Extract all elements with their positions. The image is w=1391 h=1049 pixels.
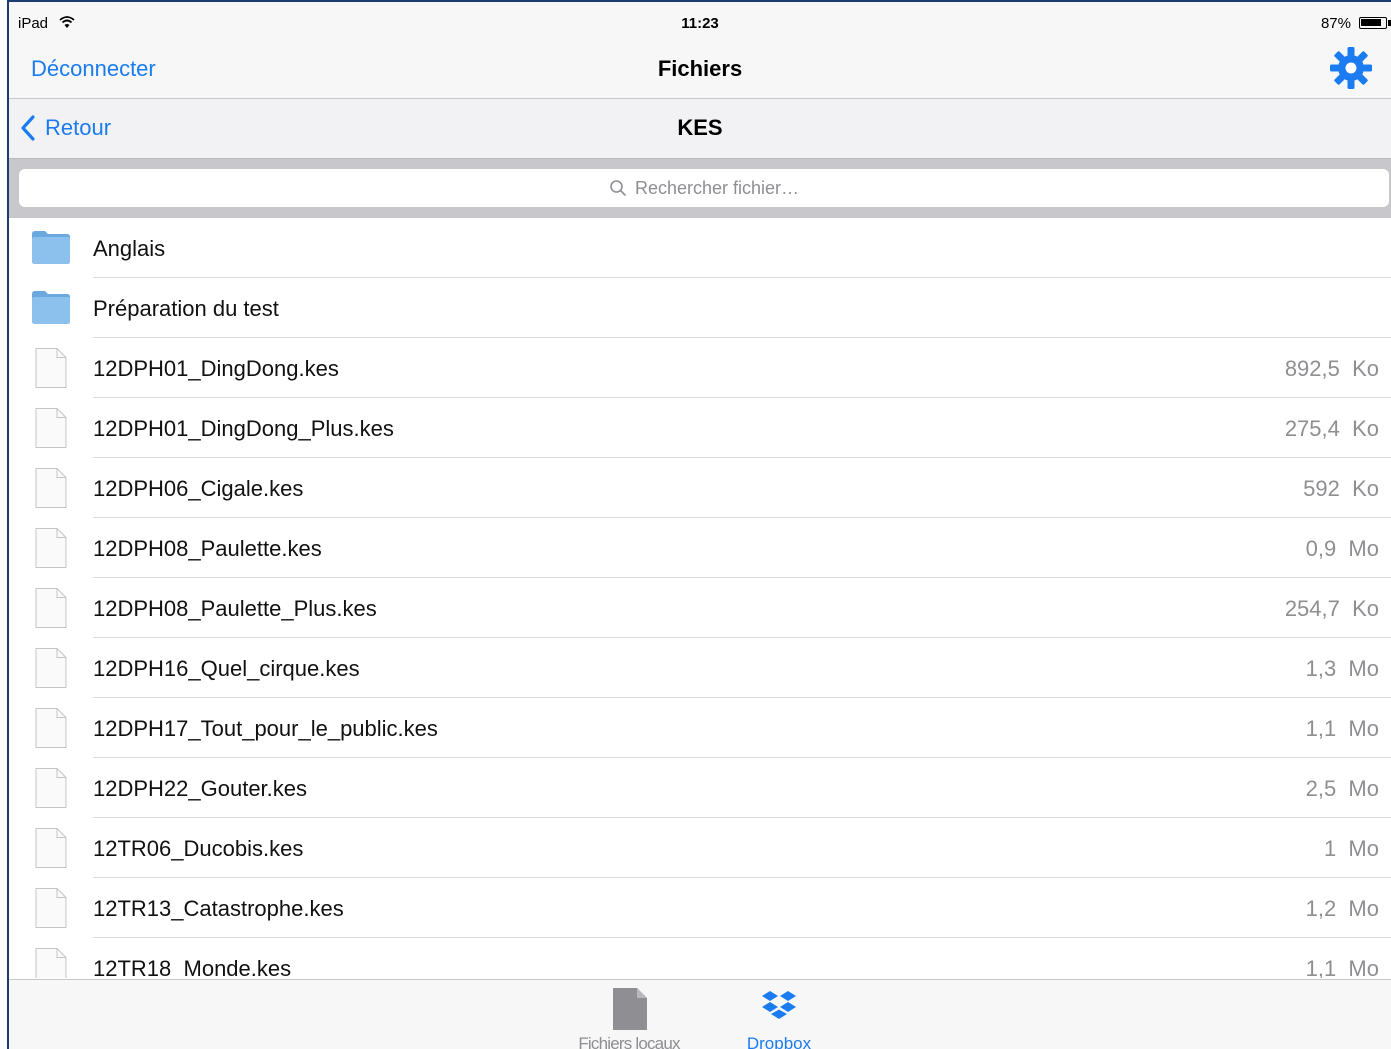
folder-row[interactable]: Préparation du test [9, 278, 1391, 338]
file-icon [35, 888, 67, 928]
folder-icon [32, 291, 70, 324]
file-icon [35, 468, 67, 508]
file-icon [35, 588, 67, 628]
battery-icon [1359, 17, 1387, 29]
file-size: 275,4 Ko [1284, 416, 1379, 441]
file-icon [35, 828, 67, 868]
file-size: 1,3 Mo [1305, 656, 1379, 681]
file-row[interactable]: 12DPH06_Cigale.kes 592 Ko [9, 458, 1391, 518]
file-size: 592 Ko [1303, 476, 1379, 501]
tab-local-files[interactable]: Fichiers locaux [559, 980, 699, 1049]
folder-icon [32, 231, 70, 264]
app-screen: iPad 11:23 87% Déconnecter Fichiers Reto… [9, 2, 1391, 1049]
file-name: 12DPH22_Gouter.kes [93, 776, 308, 801]
file-size: 2,5 Mo [1305, 776, 1379, 801]
file-icon [35, 948, 67, 978]
file-size: 254,7 Ko [1284, 596, 1379, 621]
file-name: 12TR06_Ducobis.kes [93, 836, 304, 861]
file-size: 1,1 Mo [1305, 956, 1379, 978]
file-name: 12TR13_Catastrophe.kes [93, 896, 344, 921]
file-icon [35, 408, 67, 448]
folder-header: Retour KES [9, 99, 1391, 159]
nav-bar: Déconnecter Fichiers [9, 38, 1391, 99]
file-row[interactable]: 12DPH01_DingDong.kes 892,5 Ko [9, 338, 1391, 398]
file-row[interactable]: 12TR13_Catastrophe.kes 1,2 Mo [9, 878, 1391, 938]
tab-bar: Fichiers locaux Dropbox [9, 979, 1391, 1049]
file-row[interactable]: 12DPH08_Paulette.kes 0,9 Mo [9, 518, 1391, 578]
status-bar: iPad 11:23 87% [9, 2, 1391, 38]
file-name: 12DPH08_Paulette.kes [93, 536, 322, 561]
file-name: 12DPH17_Tout_pour_le_public.kes [93, 716, 438, 741]
folder-title: KES [677, 115, 723, 140]
document-icon [613, 988, 647, 1030]
file-row[interactable]: 12DPH22_Gouter.kes 2,5 Mo [9, 758, 1391, 818]
dropbox-icon [762, 991, 796, 1019]
file-size: 1,2 Mo [1305, 896, 1379, 921]
tab-label-local: Fichiers locaux [578, 1034, 680, 1049]
file-size: 0,9 Mo [1305, 536, 1379, 561]
search-icon [610, 180, 626, 196]
file-row[interactable]: 12DPH16_Quel_cirque.kes 1,3 Mo [9, 638, 1391, 698]
file-size: 1,1 Mo [1305, 716, 1379, 741]
file-name: 12DPH01_DingDong_Plus.kes [93, 416, 394, 441]
file-name: Anglais [93, 236, 166, 261]
gear-icon[interactable] [1329, 46, 1373, 90]
search-bar: Rechercher fichier… [9, 159, 1391, 218]
file-size: 892,5 Ko [1284, 356, 1379, 381]
file-size: 1 Mo [1323, 836, 1379, 861]
file-name: Préparation du test [93, 296, 279, 321]
file-row[interactable]: 12DPH08_Paulette_Plus.kes 254,7 Ko [9, 578, 1391, 638]
clock: 11:23 [681, 15, 719, 32]
file-name: 12DPH01_DingDong.kes [93, 356, 339, 381]
file-row[interactable]: 12TR18_Monde.kes 1,1 Mo [9, 938, 1391, 978]
folder-row[interactable]: Anglais [9, 218, 1391, 278]
file-icon [35, 348, 67, 388]
file-icon [35, 528, 67, 568]
file-name: 12DPH08_Paulette_Plus.kes [93, 596, 377, 621]
file-row[interactable]: 12TR06_Ducobis.kes 1 Mo [9, 818, 1391, 878]
file-name: 12DPH16_Quel_cirque.kes [93, 656, 360, 681]
file-name: 12TR18_Monde.kes [93, 956, 292, 978]
search-input[interactable]: Rechercher fichier… [19, 169, 1389, 207]
window-frame-left [0, 0, 9, 1049]
tab-label-dropbox: Dropbox [746, 1034, 812, 1049]
file-icon [35, 768, 67, 808]
file-row[interactable]: 12DPH17_Tout_pour_le_public.kes 1,1 Mo [9, 698, 1391, 758]
file-icon [35, 648, 67, 688]
battery-percent: 87% [1320, 15, 1351, 32]
page-title: Fichiers [657, 56, 743, 81]
search-placeholder: Rechercher fichier… [634, 177, 800, 198]
tab-dropbox[interactable]: Dropbox [709, 980, 849, 1049]
file-row[interactable]: 12DPH01_DingDong_Plus.kes 275,4 Ko [9, 398, 1391, 458]
file-list: Anglais Préparation du test 12DPH01_DingDo… [9, 218, 1391, 978]
file-name: 12DPH06_Cigale.kes [93, 476, 304, 501]
file-icon [35, 708, 67, 748]
